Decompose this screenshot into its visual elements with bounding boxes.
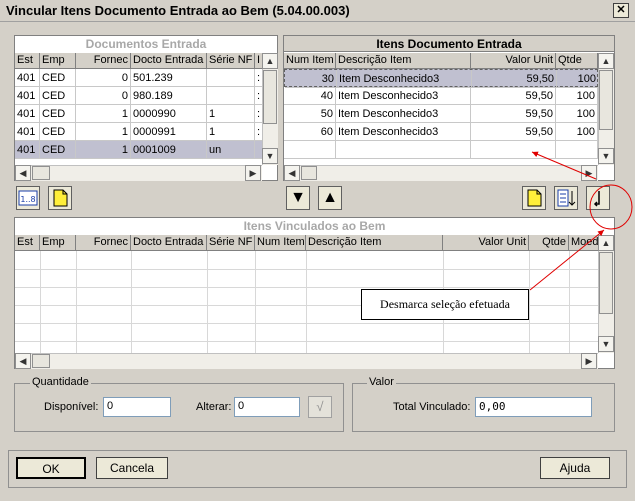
total-vinculado-field[interactable]: 0,00 bbox=[475, 397, 592, 417]
disponivel-field[interactable]: 0 bbox=[103, 397, 171, 417]
cancel-button[interactable]: Cancela bbox=[96, 457, 168, 479]
confirm-quantity-button[interactable]: √ bbox=[308, 396, 332, 418]
ok-button[interactable]: OK bbox=[16, 457, 86, 479]
valor-legend: Valor bbox=[367, 376, 396, 388]
disponivel-label: Disponível: bbox=[44, 401, 99, 413]
total-vinculado-label: Total Vinculado: bbox=[393, 401, 471, 413]
help-button[interactable]: Ajuda bbox=[540, 457, 610, 479]
alterar-field[interactable]: 0 bbox=[234, 397, 300, 417]
quantidade-legend: Quantidade bbox=[30, 376, 91, 388]
alterar-label: Alterar: bbox=[196, 401, 232, 413]
